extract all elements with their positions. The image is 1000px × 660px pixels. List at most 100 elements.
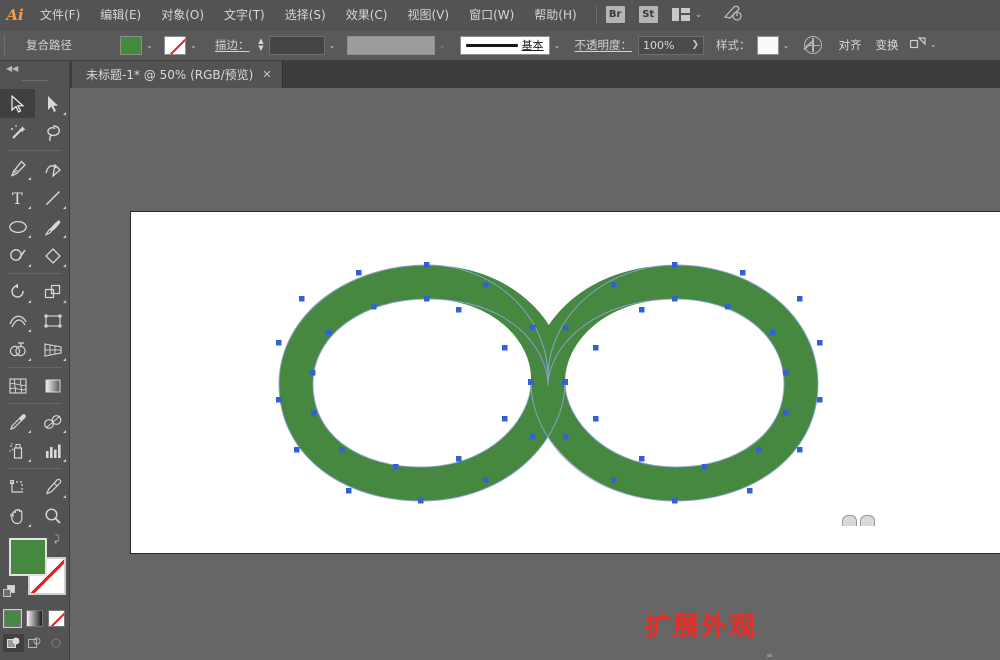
transform-button[interactable]: 变换 <box>869 37 906 53</box>
tool-flyout-indicator <box>28 430 31 433</box>
menu-window[interactable]: 窗口(W) <box>459 0 524 30</box>
annotation-label: 扩展外观 <box>645 606 757 643</box>
direct-selection-tool[interactable] <box>35 89 70 118</box>
paintbrush-tool[interactable] <box>35 212 70 241</box>
stroke-profile-dropdown-arrow: ⌄ <box>435 36 450 55</box>
control-bar: 复合路径 ⌄ ⌄ 描边： ▲▼ ⌄ ⌄ 基本 ⌄ 不透明度： 100% ❯ 样式… <box>0 30 1000 61</box>
gradient-tool[interactable] <box>35 371 70 400</box>
tool-flyout-indicator <box>28 206 31 209</box>
magic-wand-tool[interactable] <box>0 118 35 147</box>
close-icon[interactable]: ✕ <box>262 68 271 81</box>
slice-tool[interactable] <box>35 472 70 501</box>
canvas-area[interactable]: 扩展外观 <box>70 88 1000 660</box>
opacity-label: 不透明度： <box>575 37 633 53</box>
rotate-tool[interactable] <box>0 277 35 306</box>
artboard-nav-nub[interactable] <box>842 515 876 526</box>
pen-tool[interactable] <box>0 154 35 183</box>
artboard[interactable] <box>131 212 1000 553</box>
arrange-chevron-icon[interactable]: ⌄ <box>930 40 938 50</box>
tool-flyout-indicator <box>28 300 31 303</box>
recolor-artwork-icon[interactable] <box>804 36 822 54</box>
align-button[interactable]: 对齐 <box>832 37 869 53</box>
color-mode-row <box>0 610 69 627</box>
menu-help[interactable]: 帮助(H) <box>524 0 586 30</box>
opacity-input[interactable]: 100% ❯ <box>638 36 704 55</box>
document-tab[interactable]: 未标题-1* @ 50% (RGB/预览) ✕ <box>72 61 283 88</box>
line-segment-tool[interactable] <box>35 183 70 212</box>
type-tool[interactable]: T <box>0 183 35 212</box>
zoom-tool[interactable] <box>35 501 70 530</box>
draw-behind-mode-button[interactable] <box>24 634 45 652</box>
collapse-panel-icon[interactable]: ◀◀ <box>6 64 18 73</box>
draw-normal-mode-button[interactable] <box>3 634 24 652</box>
selection-tool[interactable] <box>0 89 35 118</box>
bridge-button[interactable]: Br <box>606 6 625 23</box>
menu-edit[interactable]: 编辑(E) <box>90 0 151 30</box>
tool-divider <box>0 400 70 407</box>
shape-builder-tool[interactable] <box>0 335 35 364</box>
tool-flyout-indicator <box>63 358 66 361</box>
tool-grid: T <box>0 86 70 530</box>
menu-file[interactable]: 文件(F) <box>30 0 90 30</box>
workspace-switcher[interactable]: ⌄ <box>672 8 703 21</box>
shaper-tool[interactable] <box>0 241 35 270</box>
eraser-tool[interactable] <box>35 241 70 270</box>
menu-type[interactable]: 文字(T) <box>214 0 275 30</box>
tool-flyout-indicator <box>28 459 31 462</box>
stroke-dropdown-arrow[interactable]: ⌄ <box>186 36 201 55</box>
menu-object[interactable]: 对象(O) <box>151 0 214 30</box>
hand-tool[interactable] <box>0 501 35 530</box>
gradient-mode-button[interactable] <box>26 610 43 627</box>
tools-panel: ◀◀ <box>0 61 70 660</box>
fill-dropdown-arrow[interactable]: ⌄ <box>142 36 157 55</box>
arrange-icon[interactable] <box>910 36 926 55</box>
draw-mode-row <box>0 634 69 652</box>
control-bar-grip[interactable] <box>4 35 9 55</box>
column-graph-tool[interactable] <box>35 436 70 465</box>
stroke-weight-label: 描边： <box>215 37 250 53</box>
chevron-down-icon: ⌄ <box>695 10 703 20</box>
brush-stroke-preview <box>466 44 518 47</box>
stroke-weight-dropdown-arrow[interactable]: ⌄ <box>325 36 340 55</box>
brush-definition-box[interactable]: 基本 <box>460 36 550 55</box>
artboard-tool[interactable] <box>0 472 35 501</box>
artwork-infinity-path[interactable] <box>131 212 1000 553</box>
opacity-value: 100% <box>643 39 674 52</box>
menu-effect[interactable]: 效果(C) <box>336 0 398 30</box>
tool-flyout-indicator <box>63 430 66 433</box>
opacity-flyout-arrow[interactable]: ❯ <box>691 40 699 50</box>
fill-swatch[interactable] <box>9 538 47 576</box>
stroke-color-swatch[interactable] <box>164 36 186 55</box>
free-transform-tool[interactable] <box>35 306 70 335</box>
swap-fill-stroke-icon[interactable]: ⤸ <box>54 535 66 547</box>
stroke-weight-stepper[interactable]: ▲▼ <box>256 36 267 55</box>
graphic-style-swatch[interactable] <box>757 36 779 55</box>
rocket-icon[interactable] <box>722 4 742 26</box>
perspective-grid-tool[interactable] <box>35 335 70 364</box>
ellipse-tool[interactable] <box>0 212 35 241</box>
stock-button[interactable]: St <box>639 6 658 23</box>
scale-tool[interactable] <box>35 277 70 306</box>
menu-select[interactable]: 选择(S) <box>275 0 336 30</box>
brush-dropdown-arrow[interactable]: ⌄ <box>550 36 565 55</box>
app-logo: Ai <box>0 0 30 30</box>
draw-inside-mode-button[interactable] <box>45 634 66 652</box>
width-tool[interactable] <box>0 306 35 335</box>
tool-flyout-indicator <box>63 264 66 267</box>
tools-panel-grip[interactable] <box>0 75 69 86</box>
default-fill-stroke-icon[interactable] <box>3 585 16 598</box>
fill-color-mode-button[interactable] <box>4 610 21 627</box>
stroke-weight-input[interactable] <box>269 36 325 55</box>
fill-color-swatch[interactable] <box>120 36 142 55</box>
mesh-tool[interactable] <box>0 371 35 400</box>
lasso-tool[interactable] <box>35 118 70 147</box>
eyedropper-tool[interactable] <box>0 407 35 436</box>
style-dropdown-arrow[interactable]: ⌄ <box>779 36 794 55</box>
menu-view[interactable]: 视图(V) <box>397 0 459 30</box>
stroke-profile-input <box>347 36 435 55</box>
blend-tool[interactable] <box>35 407 70 436</box>
curvature-tool[interactable] <box>35 154 70 183</box>
document-tab-bar: 未标题-1* @ 50% (RGB/预览) ✕ <box>0 61 1000 88</box>
none-mode-button[interactable] <box>48 610 65 627</box>
symbol-sprayer-tool[interactable] <box>0 436 35 465</box>
